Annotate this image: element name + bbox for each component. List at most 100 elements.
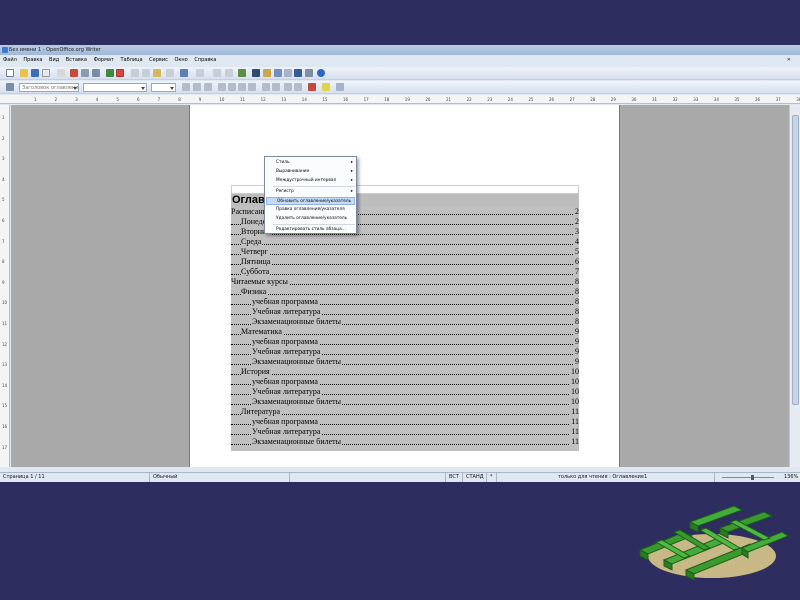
context-menu-item[interactable]: Редактировать стиль абзаца...: [266, 226, 355, 234]
vertical-scrollbar[interactable]: [789, 105, 800, 467]
ruler-tick-label: 26: [549, 97, 555, 102]
table-icon[interactable]: [225, 69, 233, 77]
toc-entry[interactable]: Экзаменационные билеты 9: [231, 357, 579, 367]
email-icon[interactable]: [42, 69, 50, 77]
toc-entry[interactable]: Математика 9: [231, 327, 579, 337]
scrollbar-thumb[interactable]: [792, 115, 799, 405]
context-menu-item[interactable]: Регистр ▸: [266, 188, 355, 196]
menu-table[interactable]: Таблица: [120, 57, 142, 63]
cut-icon[interactable]: [131, 69, 139, 77]
navigator-icon[interactable]: [263, 69, 271, 77]
styles-formatting-icon[interactable]: [6, 83, 14, 91]
context-menu-item[interactable]: Удалить оглавление/указатель: [266, 215, 355, 223]
ruler-tick-label: 3: [75, 97, 78, 102]
paste-icon[interactable]: [153, 69, 161, 77]
underline-icon[interactable]: [204, 83, 212, 91]
toc-entry[interactable]: Пятница 6: [231, 257, 579, 267]
autospellcheck-icon[interactable]: [116, 69, 124, 77]
align-left-icon[interactable]: [218, 83, 226, 91]
show-draw-functions-icon[interactable]: [238, 69, 246, 77]
print-preview-icon[interactable]: [92, 69, 100, 77]
redo-icon[interactable]: [196, 69, 204, 77]
toc-entry[interactable]: История 10: [231, 367, 579, 377]
paragraph-style-combo[interactable]: Заголовок оглавления: [19, 83, 79, 92]
menu-window[interactable]: Окно: [174, 57, 187, 63]
vertical-ruler[interactable]: 1 2 3 4 5 6 7 8 9 10 11 12 13 14 15 16 17: [0, 105, 10, 467]
highlighting-icon[interactable]: [322, 83, 330, 91]
toc-entry[interactable]: Читаемые курсы 8: [231, 277, 579, 287]
toc-entry[interactable]: Экзаменационные билеты 11: [231, 437, 579, 447]
toc-entry-page: 8: [574, 297, 579, 307]
menu-format[interactable]: Формат: [94, 57, 114, 63]
zoom-level[interactable]: 136%: [781, 473, 800, 482]
increase-indent-icon[interactable]: [294, 83, 302, 91]
align-center-icon[interactable]: [228, 83, 236, 91]
gallery-icon[interactable]: [274, 69, 282, 77]
toc-entry[interactable]: Учебная литература 10: [231, 387, 579, 397]
zoom-slider[interactable]: [718, 473, 780, 482]
open-folder-icon[interactable]: [20, 69, 28, 77]
toc-entry[interactable]: Учебная литература 9: [231, 347, 579, 357]
menu-help[interactable]: Справка: [194, 57, 216, 63]
clone-format-icon[interactable]: [166, 69, 174, 77]
context-menu-item[interactable]: Междустрочный интервал ▸: [266, 177, 355, 185]
toc-entry[interactable]: учебная программа 9: [231, 337, 579, 347]
page-style-indicator[interactable]: Обычный: [150, 473, 290, 482]
toc-entry[interactable]: Среда 4: [231, 237, 579, 247]
context-menu-item[interactable]: Правка оглавления/указателя: [266, 206, 355, 214]
toc-entry[interactable]: Учебная литература 11: [231, 427, 579, 437]
copy-icon[interactable]: [142, 69, 150, 77]
toc-entry[interactable]: Учебная литература 8: [231, 307, 579, 317]
toc-dot-leader: [231, 414, 573, 415]
justify-icon[interactable]: [248, 83, 256, 91]
spellcheck-icon[interactable]: [106, 69, 114, 77]
toc-entry[interactable]: Литература 11: [231, 407, 579, 417]
selection-mode-indicator[interactable]: СТАНД: [463, 473, 487, 482]
menu-insert[interactable]: Вставка: [66, 57, 87, 63]
new-document-icon[interactable]: [6, 69, 14, 77]
data-sources-icon[interactable]: [284, 69, 292, 77]
insert-mode-indicator[interactable]: ВСТ: [446, 473, 463, 482]
menu-tools[interactable]: Сервис: [149, 57, 168, 63]
toc-entry-page: 8: [574, 307, 579, 317]
toc-entry[interactable]: учебная программа 11: [231, 417, 579, 427]
bullets-icon[interactable]: [272, 83, 280, 91]
help-icon[interactable]: [317, 69, 325, 77]
horizontal-ruler[interactable]: 1 2 3 4 5 6 7 8 9 10 11 12 13 14 15 16 17 18 19 20 21 22 23 24 2…: [0, 95, 800, 104]
menu-edit[interactable]: Правка: [23, 57, 42, 63]
font-color-icon[interactable]: [308, 83, 316, 91]
font-name-combo[interactable]: [83, 83, 147, 92]
font-size-combo[interactable]: [151, 83, 176, 92]
decrease-indent-icon[interactable]: [284, 83, 292, 91]
toc-entry[interactable]: Физика 8: [231, 287, 579, 297]
nonprinting-characters-icon[interactable]: [294, 69, 302, 77]
document-page[interactable]: Оглавление Расписание2Понедельник2Вторни…: [189, 105, 620, 467]
hyperlink-icon[interactable]: [213, 69, 221, 77]
zoom-icon[interactable]: [305, 69, 313, 77]
menu-file[interactable]: Файл: [3, 57, 17, 63]
italic-icon[interactable]: [193, 83, 201, 91]
toc-entry-text: Математика: [241, 327, 283, 337]
export-pdf-icon[interactable]: [70, 69, 78, 77]
toc-entry[interactable]: Суббота 7: [231, 267, 579, 277]
toc-entry[interactable]: Экзаменационные билеты 8: [231, 317, 579, 327]
menu-view[interactable]: Вид: [49, 57, 59, 63]
find-replace-icon[interactable]: [252, 69, 260, 77]
numbering-icon[interactable]: [262, 83, 270, 91]
page-indicator[interactable]: Страница 1 / 11: [0, 473, 150, 482]
toc-entry[interactable]: учебная программа 10: [231, 377, 579, 387]
save-icon[interactable]: [31, 69, 39, 77]
bold-icon[interactable]: [182, 83, 190, 91]
toc-entry[interactable]: Экзаменационные билеты 10: [231, 397, 579, 407]
edit-file-icon[interactable]: [57, 69, 65, 77]
toc-entry[interactable]: Четверг 5: [231, 247, 579, 257]
print-icon[interactable]: [81, 69, 89, 77]
align-right-icon[interactable]: [238, 83, 246, 91]
close-document-icon[interactable]: ✕: [787, 56, 791, 65]
context-menu-item[interactable]: Стиль ▸: [266, 159, 355, 167]
context-menu-item[interactable]: Обновить оглавление/указатель: [266, 197, 355, 205]
toc-entry[interactable]: учебная программа 8: [231, 297, 579, 307]
undo-icon[interactable]: [180, 69, 188, 77]
context-menu-item[interactable]: Выравнивание ▸: [266, 168, 355, 176]
background-color-icon[interactable]: [336, 83, 344, 91]
